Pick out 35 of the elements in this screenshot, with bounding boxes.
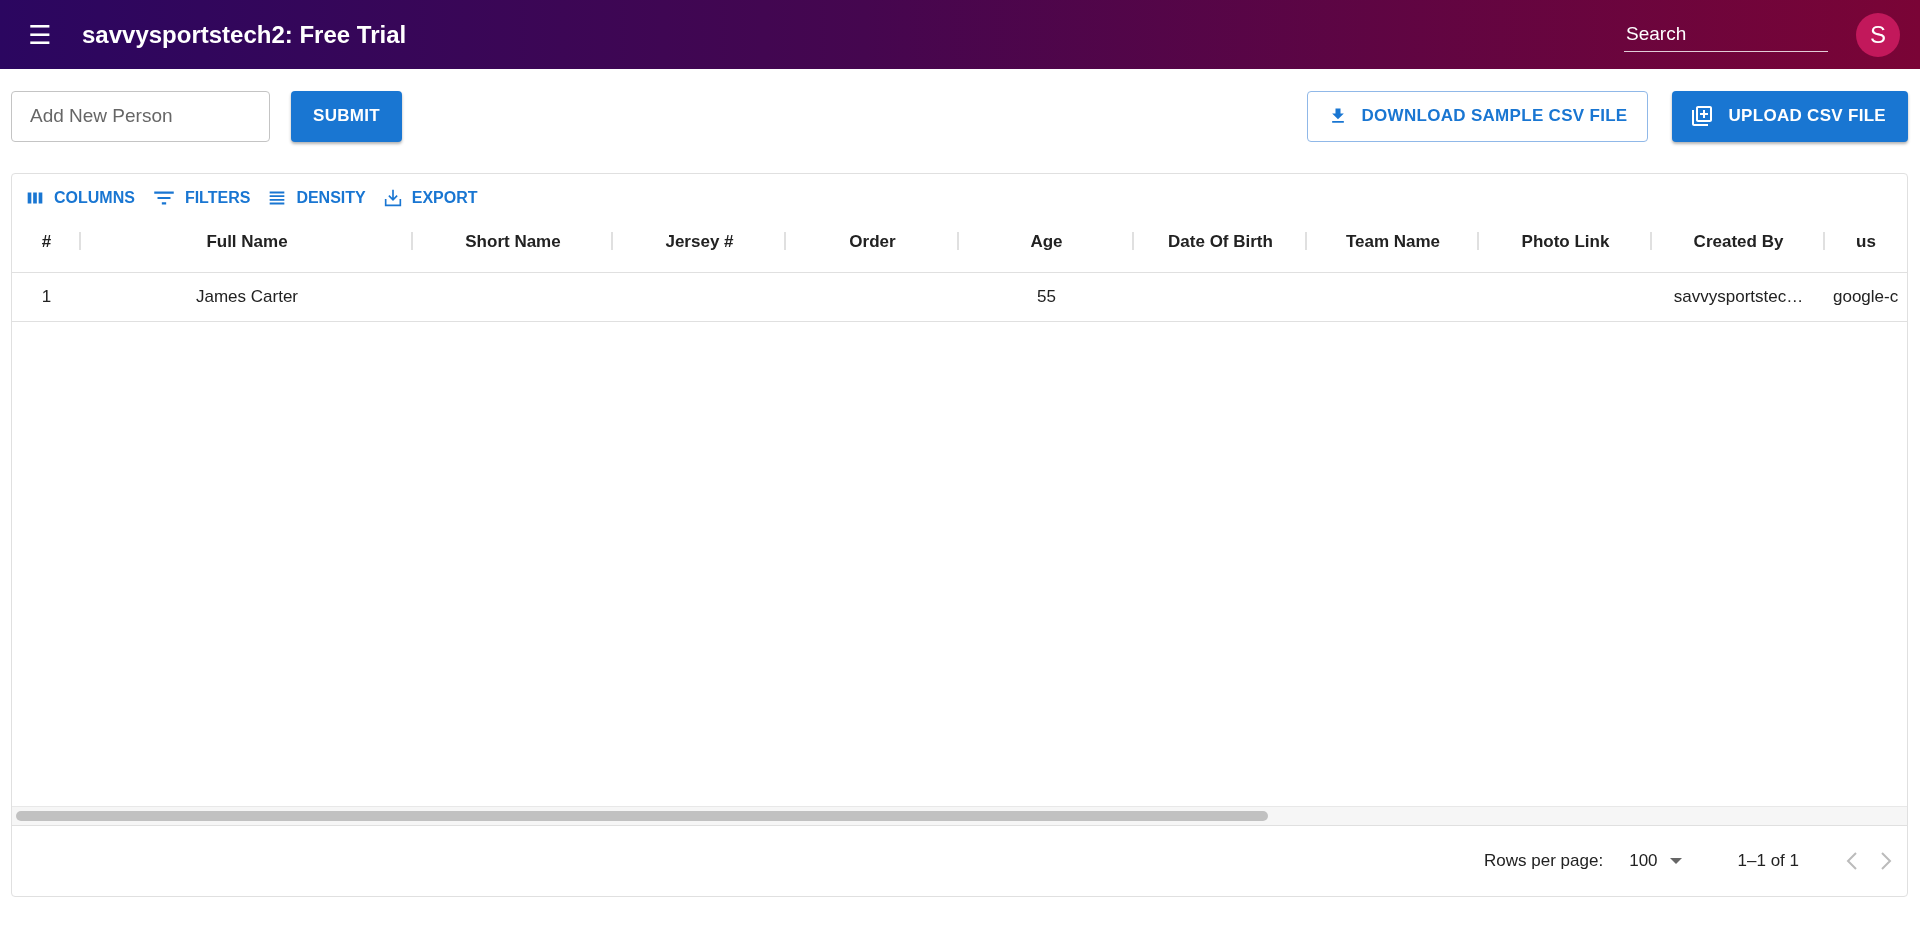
table-cell: James Carter <box>196 287 298 307</box>
app-title: savvysportstech2: Free Trial <box>82 20 408 49</box>
column-header[interactable]: Jersey # <box>665 232 734 252</box>
download-sample-button[interactable]: DOWNLOAD SAMPLE CSV FILE <box>1306 90 1649 142</box>
column-header[interactable]: Age <box>1030 232 1063 252</box>
new-person-field[interactable]: Add New Person <box>11 90 270 142</box>
column-header[interactable]: Short Name <box>465 232 561 252</box>
rows-per-page-select[interactable]: 100 <box>1623 850 1688 872</box>
column-header[interactable]: Team Name <box>1345 232 1441 252</box>
columns-button[interactable]: COLUMNS <box>22 187 137 209</box>
table-cell: 1 <box>41 287 52 307</box>
upload-csv-button[interactable]: UPLOAD CSV FILE <box>1672 90 1908 142</box>
next-page-icon[interactable] <box>1879 851 1893 871</box>
column-header[interactable]: Created By <box>1693 232 1784 252</box>
rows-per-page-label: Rows per page: <box>1484 851 1604 871</box>
column-header[interactable]: Order <box>849 232 896 252</box>
page-range: 1–1 of 1 <box>1737 851 1799 871</box>
column-header[interactable]: # <box>41 232 52 252</box>
export-button[interactable]: EXPORT <box>379 187 480 209</box>
avatar[interactable]: S <box>1856 12 1900 57</box>
density-button[interactable]: DENSITY <box>264 187 368 209</box>
search-field[interactable]: Search <box>1624 17 1828 52</box>
table-cell: google-c <box>1833 287 1899 307</box>
column-header[interactable]: us <box>1856 232 1876 252</box>
table-cell: 55 <box>1037 287 1056 307</box>
table-cell: savvysportstec… <box>1673 287 1804 307</box>
library-add-icon <box>1690 104 1715 128</box>
submit-button[interactable]: SUBMIT <box>291 90 402 142</box>
column-header[interactable]: Date Of Birth <box>1168 232 1273 252</box>
caret-icon <box>1669 858 1682 864</box>
horizontal-scrollbar[interactable] <box>16 811 1268 821</box>
previous-page-icon[interactable] <box>1845 851 1859 871</box>
filters-button[interactable]: FILTERS <box>148 185 253 211</box>
column-header[interactable]: Photo Link <box>1521 232 1610 252</box>
column-header[interactable]: Full Name <box>206 232 288 252</box>
